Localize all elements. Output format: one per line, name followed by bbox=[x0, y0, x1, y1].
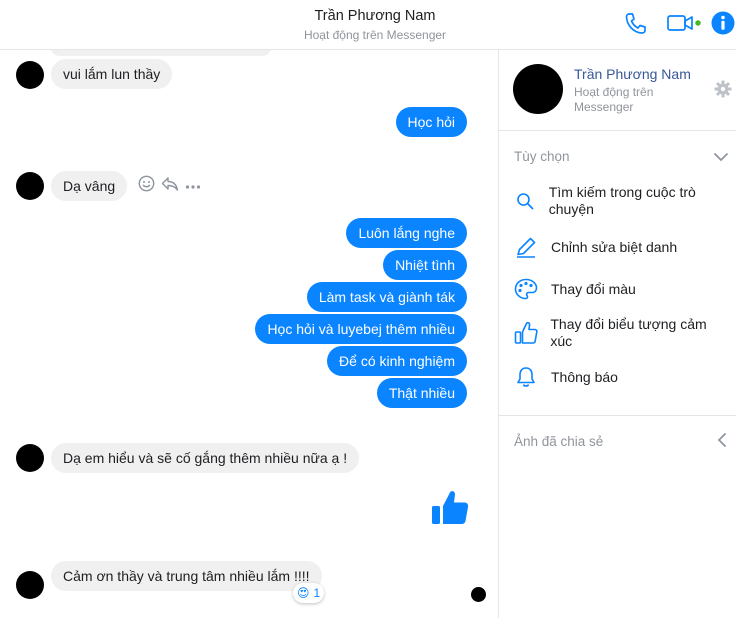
phone-icon[interactable] bbox=[624, 11, 646, 40]
message-bubble[interactable]: Dạ em hiểu và sẽ cố gắng thêm nhiều nữa … bbox=[51, 443, 360, 473]
profile-status: Hoạt động trên Messenger bbox=[574, 85, 654, 114]
seen-avatar bbox=[471, 587, 486, 602]
chevron-down-icon[interactable] bbox=[713, 149, 729, 167]
contact-avatar[interactable] bbox=[16, 571, 44, 599]
bell-icon bbox=[513, 366, 539, 388]
message-bubble[interactable]: Thật nhiều bbox=[376, 378, 467, 408]
reaction-badge[interactable]: 😍 1 bbox=[293, 583, 325, 603]
previous-message-bubble bbox=[50, 50, 272, 56]
divider bbox=[499, 130, 736, 131]
gear-icon[interactable] bbox=[714, 80, 732, 103]
message-bubble[interactable]: Dạ vâng bbox=[51, 171, 128, 201]
message-list[interactable]: vui lắm lun thầy Học hỏi Dạ vâng Luôn lắ… bbox=[0, 50, 498, 618]
option-edit-nickname[interactable]: Chỉnh sửa biệt danh bbox=[513, 236, 728, 258]
option-label: Thay đổi màu bbox=[551, 280, 636, 297]
pencil-icon bbox=[513, 236, 539, 258]
info-icon[interactable] bbox=[711, 11, 735, 40]
message-bubble[interactable]: Học hỏi bbox=[395, 107, 467, 137]
heart-eyes-emoji: 😍 bbox=[297, 586, 310, 600]
more-icon[interactable] bbox=[185, 177, 201, 195]
message-bubble[interactable]: vui lắm lun thầy bbox=[51, 59, 173, 89]
emoji-icon[interactable] bbox=[138, 175, 155, 197]
thumbs-up-sticker[interactable] bbox=[430, 488, 470, 533]
message-bubble[interactable]: Luôn lắng nghe bbox=[346, 218, 467, 248]
message-actions bbox=[138, 175, 201, 197]
reply-icon[interactable] bbox=[161, 175, 179, 197]
option-change-emoji[interactable]: Thay đổi biểu tượng cảm xúc bbox=[513, 316, 728, 350]
option-label: Thay đổi biểu tượng cảm xúc bbox=[550, 316, 707, 349]
option-search[interactable]: Tìm kiếm trong cuộc trò chuyện bbox=[513, 184, 728, 218]
conversation-info-panel: Trần Phương Nam Hoạt động trên Messenger… bbox=[498, 50, 736, 618]
search-icon bbox=[513, 192, 537, 210]
message-bubble[interactable]: Cảm ơn thầy và trung tâm nhiều lắm !!!! bbox=[51, 561, 322, 591]
conversation-header: Trần Phương Nam Hoạt động trên Messenger bbox=[0, 0, 736, 50]
palette-icon bbox=[513, 278, 539, 300]
profile-avatar[interactable] bbox=[513, 64, 563, 114]
video-camera-icon[interactable] bbox=[667, 14, 703, 37]
message-bubble[interactable]: Nhiệt tình bbox=[383, 250, 467, 280]
contact-avatar[interactable] bbox=[16, 444, 44, 472]
option-label: Tìm kiếm trong cuộc trò chuyện bbox=[548, 184, 696, 217]
message-bubble[interactable]: Học hỏi và luyebej thêm nhiều bbox=[255, 314, 467, 344]
option-notifications[interactable]: Thông báo bbox=[513, 366, 728, 388]
contact-avatar[interactable] bbox=[16, 61, 44, 89]
reaction-count: 1 bbox=[313, 586, 321, 600]
options-section-title[interactable]: Tùy chọn bbox=[514, 149, 570, 164]
contact-avatar[interactable] bbox=[16, 172, 44, 200]
option-label: Thông báo bbox=[551, 368, 618, 385]
divider bbox=[499, 415, 736, 416]
message-bubble[interactable]: Làm task và giành ták bbox=[306, 282, 467, 312]
chevron-left-icon[interactable] bbox=[717, 432, 727, 453]
shared-photos-section-title[interactable]: Ảnh đã chia sẻ bbox=[514, 434, 603, 449]
message-bubble[interactable]: Để có kinh nghiệm bbox=[327, 346, 467, 376]
option-change-color[interactable]: Thay đổi màu bbox=[513, 278, 728, 300]
profile-name[interactable]: Trần Phương Nam bbox=[574, 66, 691, 82]
option-label: Chỉnh sửa biệt danh bbox=[551, 238, 678, 255]
thumbs-up-icon bbox=[513, 321, 538, 345]
